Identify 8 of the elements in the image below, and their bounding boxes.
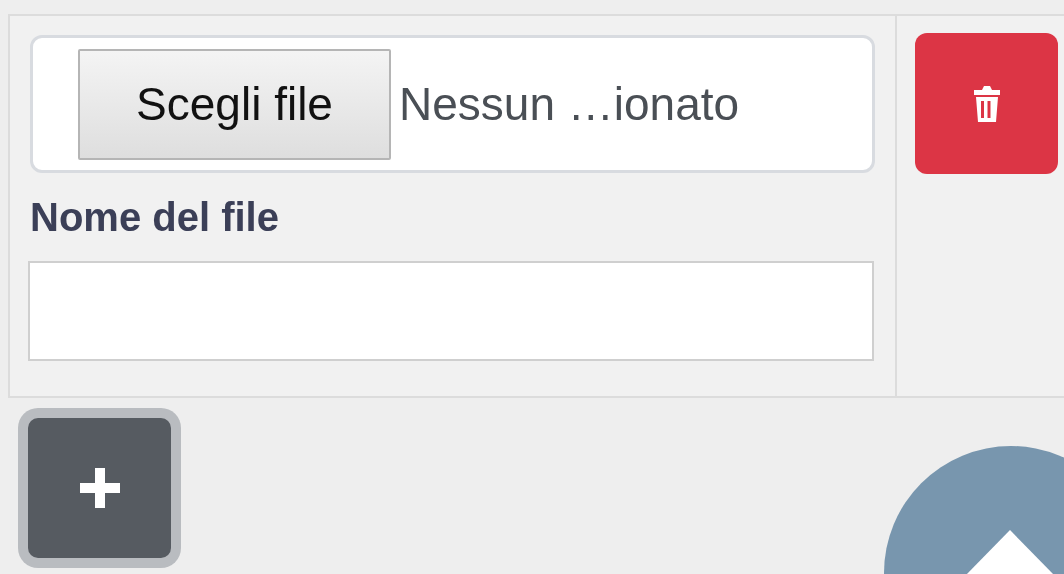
filename-label: Nome del file: [30, 194, 280, 241]
file-status: Nessun …ionato: [399, 77, 740, 131]
delete-button[interactable]: [915, 33, 1058, 174]
trash-icon: [971, 83, 1002, 124]
filename-field[interactable]: [28, 261, 874, 361]
chevron-up-icon: [965, 530, 1055, 574]
file-input[interactable]: Scegli file Nessun …ionato: [30, 35, 875, 173]
choose-file-button[interactable]: Scegli file: [78, 48, 391, 160]
